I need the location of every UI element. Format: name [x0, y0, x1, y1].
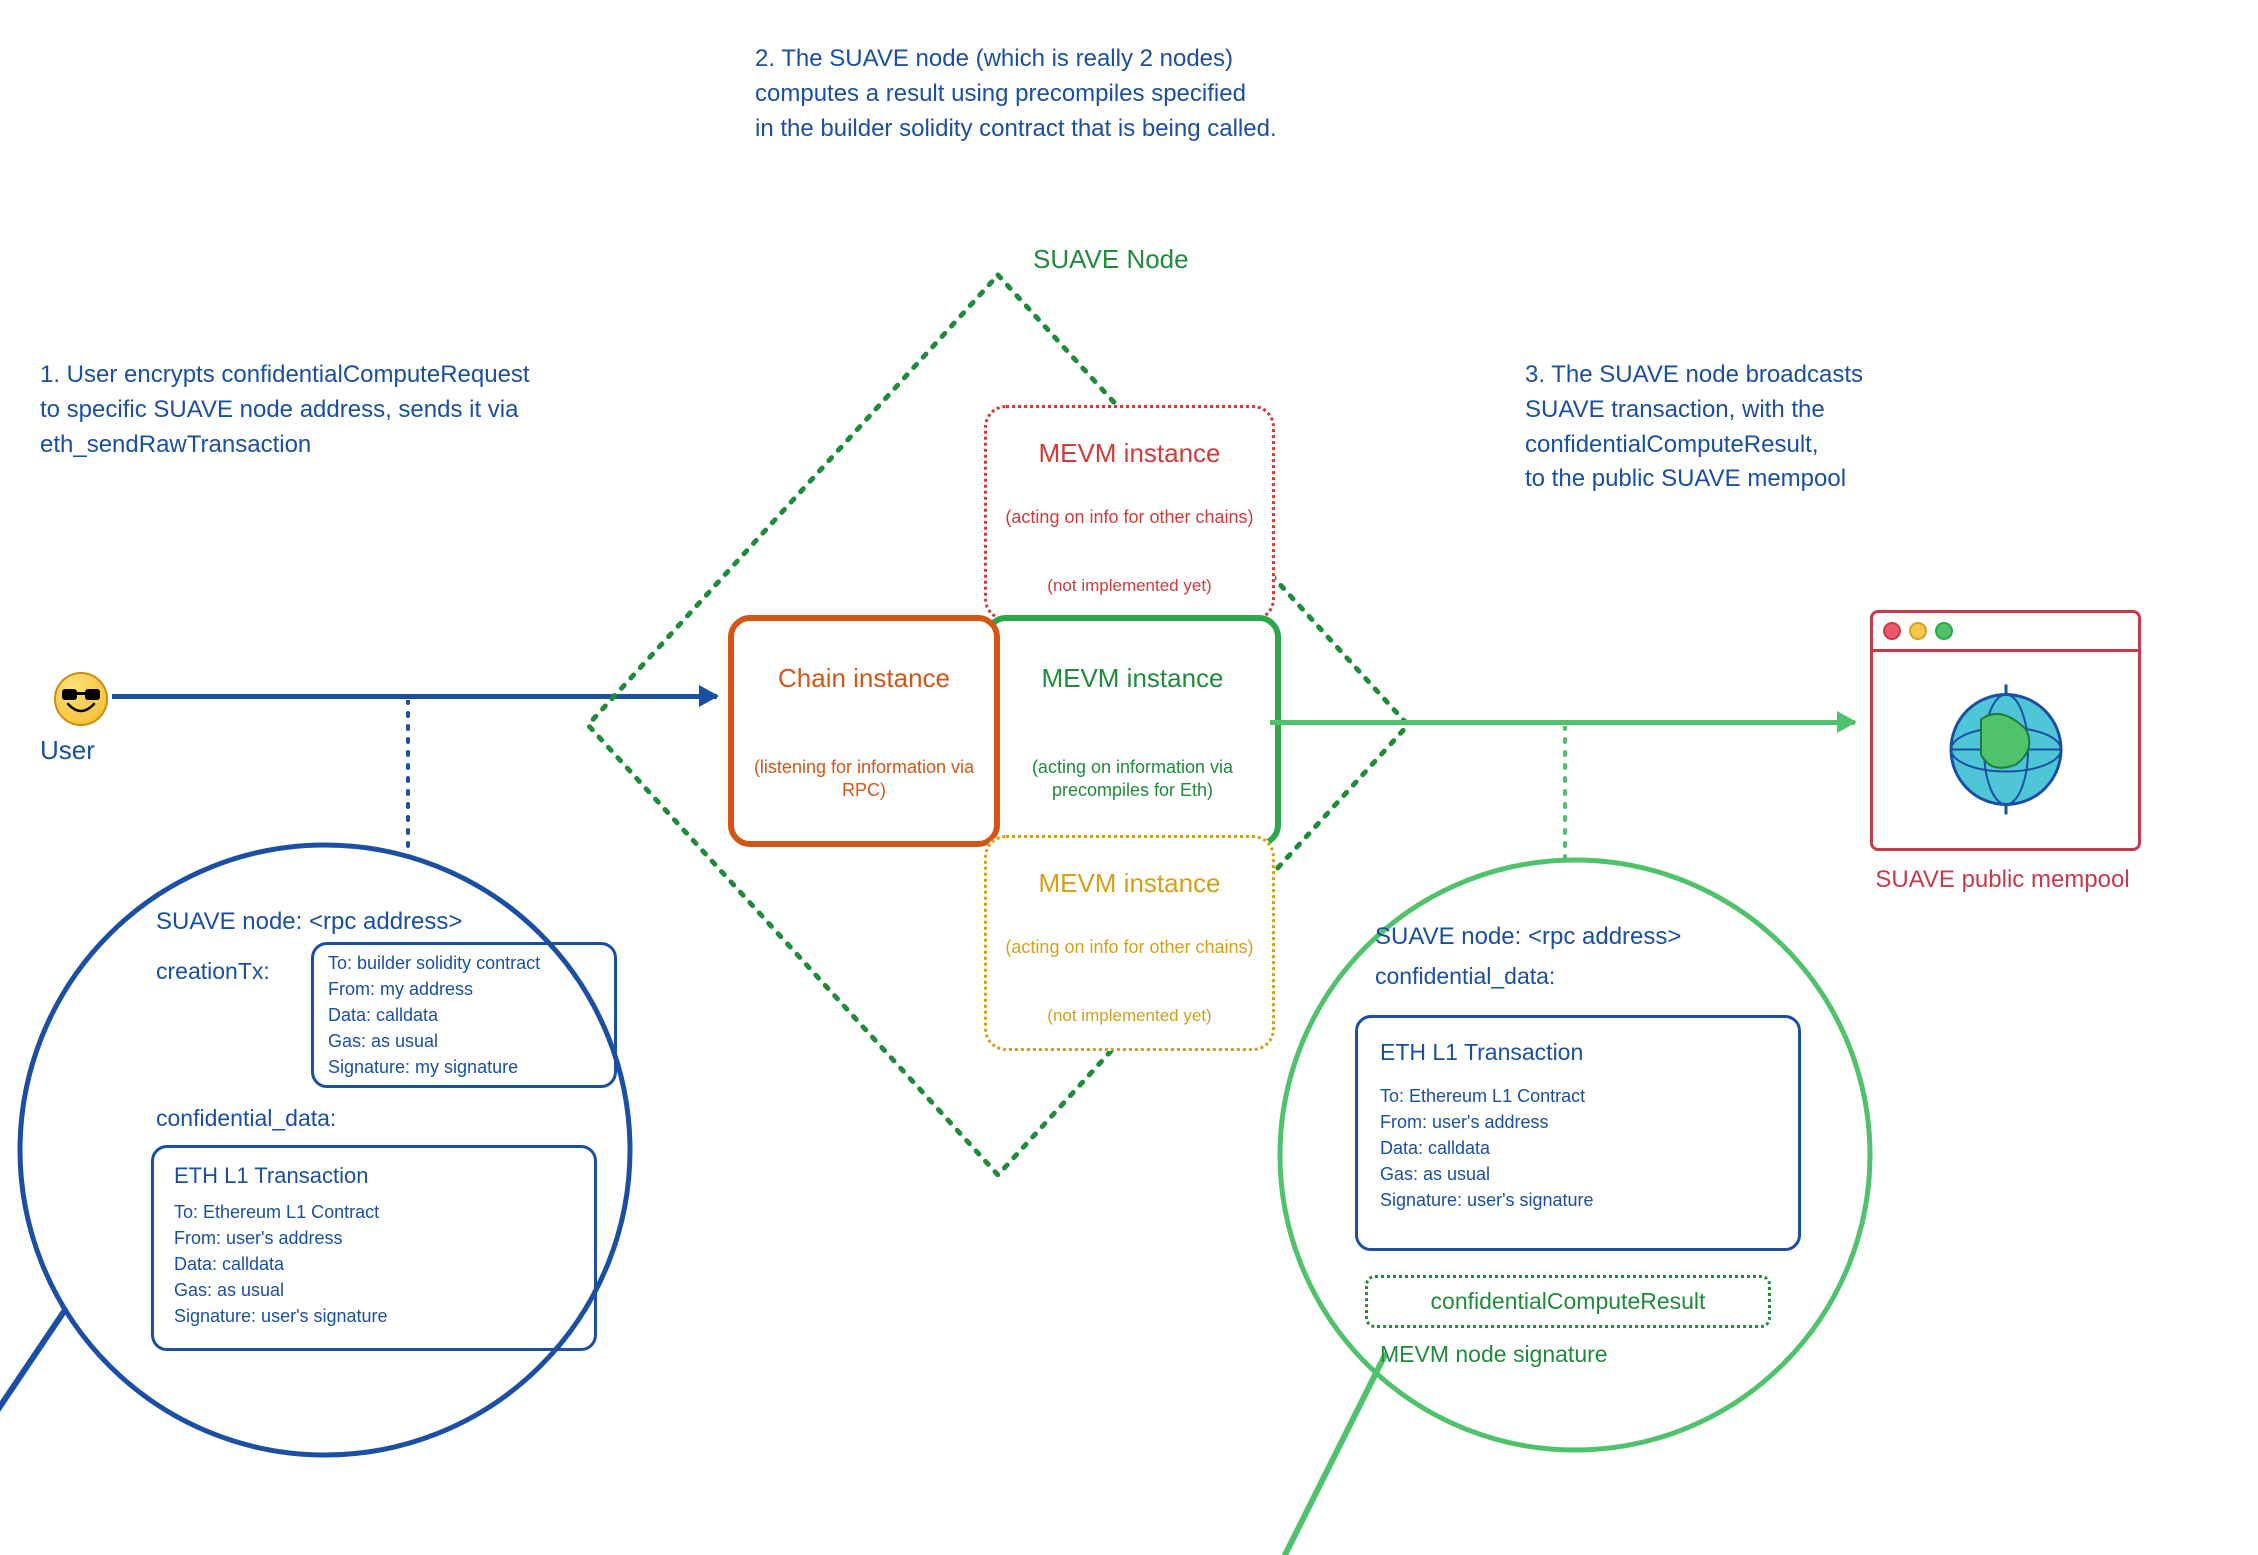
ccr-label: confidentialComputeResult [1431, 1288, 1706, 1314]
creation-tx-box: To: builder solidity contract From: my a… [311, 942, 617, 1088]
eth-tx-box-right: ETH L1 Transaction To: Ethereum L1 Contr… [1355, 1015, 1801, 1251]
window-max-dot [1935, 622, 1953, 640]
mevm-node-signature-label: MEVM node signature [1380, 1338, 1608, 1371]
arrow-node-to-mempool [1270, 720, 1855, 725]
ctx-data: Data: calldata [328, 1003, 438, 1027]
mevm-instance-other-top: MEVM instance (acting on info for other … [984, 405, 1275, 621]
mag-right-header: SUAVE node: <rpc address> [1375, 920, 1681, 955]
ethtx-data-right: Data: calldata [1380, 1136, 1490, 1160]
ethtx-data-left: Data: calldata [174, 1252, 284, 1276]
ethtx-title-right: ETH L1 Transaction [1380, 1036, 1583, 1069]
mevm-top-title: MEVM instance [987, 438, 1272, 469]
step1-annotation: 1. User encrypts confidentialComputeRequ… [40, 358, 530, 462]
ctx-sig: Signature: my signature [328, 1055, 518, 1079]
mevm-instance-eth: MEVM instance (acting on information via… [984, 615, 1281, 847]
ethtx-from-right: From: user's address [1380, 1110, 1549, 1134]
step3-annotation: 3. The SUAVE node broadcasts SUAVE trans… [1525, 358, 1863, 497]
ethtx-gas-left: Gas: as usual [174, 1278, 284, 1302]
step2-annotation: 2. The SUAVE node (which is really 2 nod… [755, 42, 1277, 146]
ethtx-title-left: ETH L1 Transaction [174, 1160, 368, 1192]
magnifier-left-content: SUAVE node: <rpc address> creationTx: To… [96, 870, 646, 905]
window-min-dot [1909, 622, 1927, 640]
mevm-main-subtitle: (acting on information via precompiles f… [990, 756, 1275, 803]
smile-icon [66, 702, 96, 718]
mevm-top-subtitle: (acting on info for other chains) [987, 506, 1272, 529]
window-close-dot [1883, 622, 1901, 640]
eth-tx-box-left: ETH L1 Transaction To: Ethereum L1 Contr… [151, 1145, 597, 1351]
ethtx-gas-right: Gas: as usual [1380, 1162, 1490, 1186]
ctx-from: From: my address [328, 977, 473, 1001]
user-label: User [40, 732, 95, 770]
chain-title: Chain instance [734, 663, 994, 694]
ctx-gas: Gas: as usual [328, 1029, 438, 1053]
mag-left-header: SUAVE node: <rpc address> [156, 905, 706, 940]
ethtx-to-left: To: Ethereum L1 Contract [174, 1200, 379, 1224]
mevm-main-title: MEVM instance [990, 663, 1275, 694]
globe-icon [1931, 675, 2081, 825]
confidential-compute-result: confidentialComputeResult [1365, 1275, 1771, 1328]
chain-instance: Chain instance (listening for informatio… [728, 615, 1000, 847]
ethtx-to-right: To: Ethereum L1 Contract [1380, 1084, 1585, 1108]
suave-node-label: SUAVE Node [1033, 241, 1189, 279]
arrow-user-to-node [112, 694, 717, 699]
ethtx-from-left: From: user's address [174, 1226, 343, 1250]
confidential-data-label-right: confidential_data: [1375, 960, 1555, 993]
suave-public-mempool-window [1870, 610, 2141, 851]
ethtx-sig-right: Signature: user's signature [1380, 1188, 1594, 1212]
ethtx-sig-left: Signature: user's signature [174, 1304, 388, 1328]
user-smiley-icon [54, 672, 108, 726]
chain-subtitle: (listening for information via RPC) [734, 756, 994, 803]
sunglasses-icon [62, 689, 100, 701]
creation-tx-label: creationTx: [156, 955, 270, 988]
confidential-data-label-left: confidential_data: [156, 1102, 336, 1135]
diagram-canvas: 1. User encrypts confidentialComputeRequ… [0, 0, 2258, 1505]
ctx-to: To: builder solidity contract [328, 951, 540, 975]
mempool-titlebar [1873, 613, 2138, 652]
mevm-top-note: (not implemented yet) [987, 576, 1272, 596]
